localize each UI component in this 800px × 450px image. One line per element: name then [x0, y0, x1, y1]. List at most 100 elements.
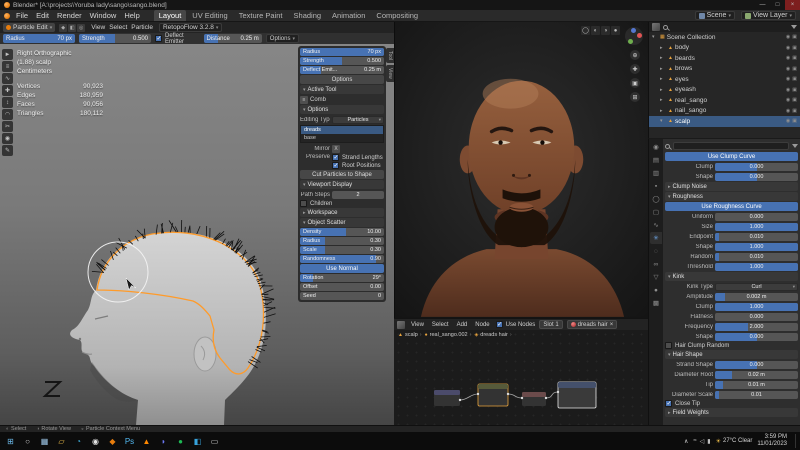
taskbar-app-icon[interactable]: ● [173, 434, 188, 449]
scatter-slider[interactable]: Density 10.00 [300, 228, 384, 236]
toolbar-tool-button[interactable]: ◉ [2, 133, 13, 144]
properties-tab[interactable]: ◉ [650, 141, 662, 153]
viewport-menu[interactable]: View [89, 24, 107, 31]
shader-menu[interactable]: Add [455, 322, 470, 328]
minimize-button[interactable]: — [755, 0, 770, 10]
scatter-slider[interactable]: Radius 0.30 [300, 237, 384, 245]
value-slider[interactable]: 0.000 [715, 212, 798, 221]
options-header[interactable]: Options [300, 105, 384, 114]
taskbar-app-icon[interactable]: ▭ [207, 434, 222, 449]
value-slider[interactable]: 1.000 [715, 302, 798, 311]
active-tool-header[interactable]: Active Tool [300, 85, 384, 94]
taskbar-app-icon[interactable]: ⊞ [3, 434, 18, 449]
npanel-slider[interactable]: Strength 0.500 [300, 57, 384, 65]
shading-mode-icon[interactable]: ◯ [581, 26, 590, 35]
disable-render-icon[interactable]: ▣ [792, 97, 797, 103]
viewport-menu[interactable]: Particle [129, 24, 155, 31]
scatter-transform-slider[interactable]: Offset 0.00 [300, 283, 384, 291]
hide-eye-icon[interactable]: ◉ [786, 97, 790, 103]
node-editor-canvas[interactable]: ▲ scalp › ● real_sango.002 › ◈ dreads hair › [394, 330, 648, 425]
material-selector[interactable]: dreads hair × [566, 320, 618, 329]
outliner-row[interactable]: ▸ ▲ beards ◉ ▣ [649, 53, 800, 64]
shader-node[interactable] [434, 390, 462, 406]
hide-eye-icon[interactable]: ◉ [786, 87, 790, 93]
use-clump-curve-toggle[interactable]: Use Clump Curve [665, 152, 798, 161]
outliner-row[interactable]: ▸ ▲ eyeash ◉ ▣ [649, 85, 800, 96]
object-scatter-header[interactable]: Object Scatter [300, 218, 384, 227]
taskbar-app-icon[interactable]: ◗ [156, 434, 171, 449]
value-slider[interactable]: 0.000 [715, 172, 798, 181]
viewport-nav-icon[interactable]: ⊕ [630, 50, 640, 60]
shader-node[interactable] [520, 392, 548, 406]
sidebar-tab[interactable]: Tool [386, 48, 394, 64]
shading-mode-icon[interactable]: ◐ [591, 26, 600, 35]
taskbar-app-icon[interactable]: ○ [20, 434, 35, 449]
tool-slider[interactable]: Radius 70 px [3, 34, 75, 43]
properties-tab[interactable]: ▢ [650, 206, 662, 218]
disable-render-icon[interactable]: ▣ [792, 118, 797, 124]
hide-eye-icon[interactable]: ◉ [786, 108, 790, 114]
value-slider[interactable]: 0.000 [715, 162, 798, 171]
shader-menu[interactable]: Node [473, 322, 491, 328]
menu-item[interactable]: Edit [32, 11, 53, 20]
preserve-option[interactable]: Strand Lengths [332, 154, 384, 161]
hair-clump-random-checkbox[interactable]: Hair Clump Random [665, 342, 798, 349]
cut-particles-button[interactable]: Cut Particles to Shape [300, 170, 384, 179]
tray-icon[interactable]: ▮ [707, 438, 710, 445]
properties-tab[interactable]: ✳ [650, 232, 662, 244]
search-icon[interactable] [665, 143, 670, 149]
editing-type-dropdown[interactable]: Particles [332, 115, 384, 124]
field-weights-header[interactable]: Field Weights [665, 408, 798, 417]
disable-render-icon[interactable]: ▣ [792, 76, 797, 82]
value-slider[interactable]: 0.02 m [715, 370, 798, 379]
toolbar-tool-button[interactable]: ► [2, 49, 13, 60]
outliner-row[interactable]: ▸ ▲ real_sango ◉ ▣ [649, 95, 800, 106]
outliner-row[interactable]: ▸ ▲ brows ◉ ▣ [649, 64, 800, 75]
hide-eye-icon[interactable]: ◉ [786, 118, 790, 124]
viewport-nav-icon[interactable]: ⊞ [630, 92, 640, 102]
viewport-nav-icon[interactable]: ▣ [630, 78, 640, 88]
checkbox[interactable] [300, 200, 307, 207]
outliner-row[interactable]: ▾ ▦ Scene Collection ◉ ▣ [649, 32, 800, 43]
children-checkbox[interactable]: Children [300, 200, 384, 207]
scatter-slider[interactable]: Randomness 0.90 [300, 255, 384, 263]
close-button[interactable]: × [785, 0, 800, 10]
disable-render-icon[interactable]: ▣ [792, 45, 797, 51]
properties-tab[interactable]: ● [650, 284, 662, 296]
3d-viewport[interactable]: Particle Edit ◆◧◎ ViewSelectParticle Ret… [0, 22, 394, 425]
unlink-material-button[interactable]: × [610, 322, 614, 328]
x-axis-handle[interactable] [637, 33, 642, 38]
slot-selector[interactable]: Slot 1 [539, 320, 563, 329]
checkbox[interactable] [332, 162, 339, 169]
hair-shape-header[interactable]: Hair Shape [665, 350, 798, 359]
brush-options-dropdown[interactable]: Options [300, 75, 384, 84]
close-tip-checkbox[interactable]: Close Tip [665, 400, 798, 407]
origins-icon[interactable]: ◆ [59, 23, 68, 32]
filter-icon[interactable] [791, 25, 797, 29]
disable-render-icon[interactable]: ▣ [792, 87, 797, 93]
disable-render-icon[interactable]: ▣ [792, 55, 797, 61]
kink-header[interactable]: Kink [665, 272, 798, 281]
breadcrumb-item[interactable]: ▲ scalp › [398, 332, 422, 338]
hide-eye-icon[interactable]: ◉ [786, 45, 790, 51]
snap-icon[interactable]: ◧ [68, 23, 77, 32]
scatter-slider[interactable]: Scale 0.30 [300, 246, 384, 254]
value-slider[interactable]: 0.002 m [715, 292, 798, 301]
outliner-row[interactable]: ▾ ▲ scalp ◉ ▣ [649, 116, 800, 127]
toolbar-tool-button[interactable]: ✚ [2, 85, 13, 96]
hide-eye-icon[interactable]: ◉ [786, 34, 790, 40]
viewport-menu[interactable]: Select [107, 24, 129, 31]
filter-icon[interactable] [792, 144, 798, 148]
value-slider[interactable]: 0.000 [715, 360, 798, 369]
mirror-x-toggle[interactable]: X [332, 144, 340, 153]
toolbar-tool-button[interactable]: ✂ [2, 121, 13, 132]
hide-eye-icon[interactable]: ◉ [786, 76, 790, 82]
use-roughness-curve-toggle[interactable]: Use Roughness Curve [665, 202, 798, 211]
render-preview-viewport[interactable]: ◯ ◐ ◑ ● ⊕ ✚ ▣ ⊞ [394, 22, 648, 318]
search-icon[interactable] [663, 24, 668, 30]
taskbar-app-icon[interactable]: ◔ [71, 434, 86, 449]
distance-slider[interactable]: Distance 0.25 m [203, 34, 262, 43]
particle-system-item[interactable]: dreads [301, 126, 383, 134]
toolbar-tool-button[interactable]: ↕ [2, 97, 13, 108]
properties-tab[interactable]: ▤ [650, 154, 662, 166]
